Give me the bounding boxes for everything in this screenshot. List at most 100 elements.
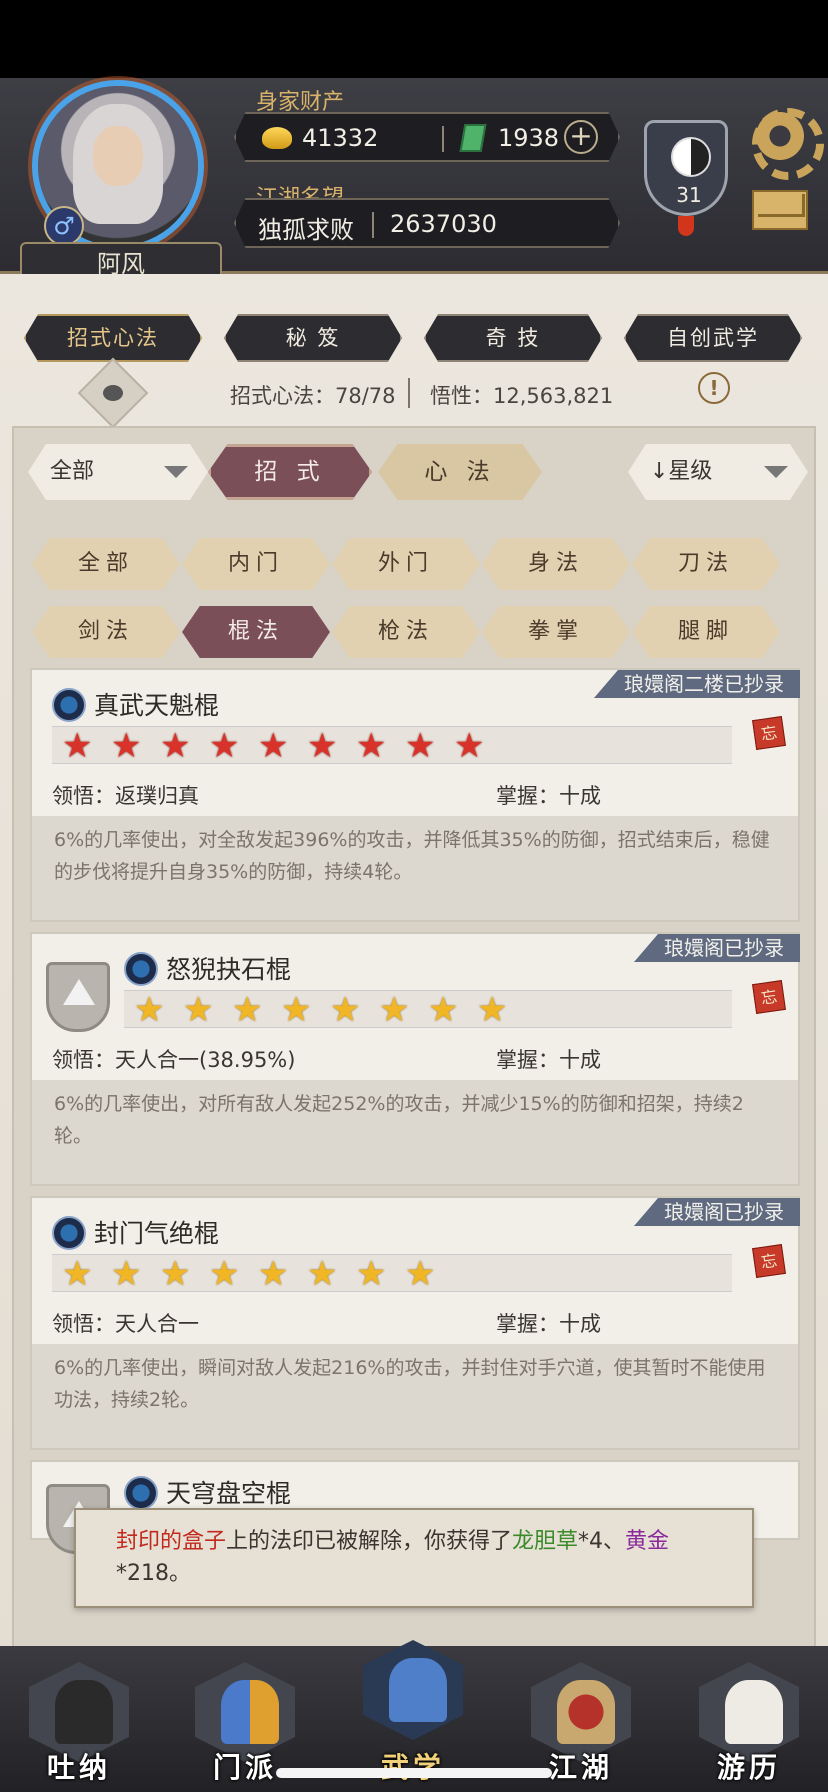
star-icon: ★ (134, 990, 165, 1030)
star-icon: ★ (356, 726, 387, 766)
chevron-down-icon (164, 466, 188, 478)
nav-label: 门派 (212, 1751, 277, 1784)
meditating-figure-icon (55, 1680, 113, 1744)
gender-male-icon: ♂ (44, 206, 84, 246)
star-icon: ★ (160, 1254, 191, 1294)
scope-dropdown-value: 全部 (50, 459, 95, 484)
tab-special-skills[interactable]: 奇 技 (424, 314, 602, 362)
sort-dropdown[interactable]: ↓星级 (628, 444, 808, 500)
tab-custom-martial-arts[interactable]: 自创武学 (624, 314, 802, 362)
toggle-methods[interactable]: 心 法 (378, 444, 542, 500)
mail-envelope-icon[interactable] (752, 190, 808, 230)
tab-moves-methods[interactable]: 招式心法 (24, 314, 202, 362)
star-rating: ★ ★ ★ ★ ★ ★ ★ ★ (52, 1254, 732, 1292)
skill-description: 6%的几率使出，瞬间对敌人发起216%的攻击，并封住对手穴道，使其暂时不能使用功… (32, 1344, 798, 1448)
insight-level: 领悟：天人合一 (52, 1312, 199, 1336)
star-icon: ★ (307, 1254, 338, 1294)
mastery-level: 掌握：十成 (496, 1048, 601, 1072)
toast-item-box: 封印的盒子 (116, 1529, 227, 1554)
category-footwork[interactable]: 身法 (482, 538, 630, 590)
skill-name: 天穹盘空棍 (166, 1479, 292, 1508)
star-icon: ★ (258, 1254, 289, 1294)
star-icon: ★ (330, 990, 361, 1030)
nav-label: 武学 (358, 1746, 468, 1786)
yinyang-icon (671, 137, 711, 177)
add-currency-button[interactable]: + (564, 120, 598, 154)
star-icon: ★ (405, 726, 436, 766)
toast-gold-count: *218。 (116, 1561, 191, 1586)
skill-card[interactable]: 琅嬛阁二楼已抄录 真武天魁棍 ★ ★ ★ ★ ★ ★ ★ ★ ★ 忘 领悟：返璞归真 掌握：十成… (30, 668, 800, 922)
copied-tag: 琅嬛阁二楼已抄录 (594, 670, 800, 698)
nav-breathe[interactable]: 吐纳 (24, 1662, 134, 1784)
player-header: ♂ 阿风 身家财产 41332 1938 + 江湖名望 独孤求败 2637030… (0, 78, 828, 286)
tassel-icon (678, 216, 694, 236)
category-all[interactable]: 全部 (32, 538, 180, 590)
skills-panel: 全部 招 式 心 法 ↓星级 全部 内门 外门 身法 刀法 剑法 棍法 枪法 拳… (12, 426, 816, 1676)
star-icon: ★ (62, 726, 93, 766)
category-leg[interactable]: 腿脚 (632, 606, 780, 658)
star-rating: ★ ★ ★ ★ ★ ★ ★ ★ ★ (52, 726, 732, 764)
star-icon: ★ (379, 990, 410, 1030)
forget-button[interactable]: 忘 (752, 716, 786, 750)
skill-card[interactable]: 琅嬛阁已抄录 封门气绝棍 ★ ★ ★ ★ ★ ★ ★ ★ 忘 领悟：天人合一 掌握：十成 6%… (30, 1196, 800, 1450)
forget-button[interactable]: 忘 (752, 1244, 786, 1278)
skill-description: 6%的几率使出，对全敌发起396%的攻击，并降低其35%的防御，招式结束后，稳健… (32, 816, 798, 920)
insight-value: 悟性：12,563,821 (430, 384, 614, 408)
star-icon: ★ (477, 990, 508, 1030)
category-sword[interactable]: 剑法 (32, 606, 180, 658)
alert-icon[interactable]: ! (698, 372, 730, 404)
rank-shield-icon: 31 (644, 120, 728, 216)
home-indicator (276, 1768, 552, 1778)
filter-row: 全部 招 式 心 法 ↓星级 (28, 444, 808, 504)
category-fist[interactable]: 拳掌 (482, 606, 630, 658)
staff-skill-icon (52, 688, 86, 722)
nav-jianghu[interactable]: 江湖 (526, 1662, 636, 1784)
star-icon: ★ (160, 726, 191, 766)
skill-name: 封门气绝棍 (94, 1219, 220, 1248)
nav-travel[interactable]: 游历 (694, 1662, 804, 1784)
upgrade-arrow-icon[interactable] (46, 962, 110, 1032)
star-icon: ★ (281, 990, 312, 1030)
toast-item-herb: 龙胆草 (512, 1529, 579, 1554)
skill-card[interactable]: 琅嬛阁已抄录 怒猊抉石棍 ★ ★ ★ ★ ★ ★ ★ ★ 忘 领悟：天人合一(38.95%) … (30, 932, 800, 1186)
star-icon: ★ (183, 990, 214, 1030)
tab-secret-manuals[interactable]: 秘 笈 (224, 314, 402, 362)
mastery-level: 掌握：十成 (496, 784, 601, 808)
mastery-level: 掌握：十成 (496, 1312, 601, 1336)
fame-bar: 独孤求败 2637030 (234, 198, 620, 248)
star-icon: ★ (356, 1254, 387, 1294)
rank-emblem[interactable]: 31 (640, 106, 732, 236)
star-icon: ★ (405, 1254, 436, 1294)
insight-level: 领悟：返璞归真 (52, 784, 199, 808)
category-outer[interactable]: 外门 (332, 538, 480, 590)
nav-martial-arts[interactable]: 武学 (358, 1640, 468, 1784)
star-icon: ★ (428, 990, 459, 1030)
forget-button[interactable]: 忘 (752, 980, 786, 1014)
staff-skill-icon (124, 952, 158, 986)
main-content: 招式心法 秘 笈 奇 技 自创武学 招式心法：78/78 悟性：12,563,8… (0, 274, 828, 1676)
eye-icon[interactable] (77, 357, 149, 429)
top-tab-bar: 招式心法 秘 笈 奇 技 自创武学 (24, 314, 814, 364)
category-inner[interactable]: 内门 (182, 538, 330, 590)
star-icon: ★ (232, 990, 263, 1030)
insight-level: 领悟：天人合一(38.95%) (52, 1048, 296, 1072)
toggle-moves[interactable]: 招 式 (208, 444, 372, 500)
star-icon: ★ (209, 1254, 240, 1294)
book-icon (389, 1658, 447, 1722)
nav-sect[interactable]: 门派 (190, 1662, 300, 1784)
nav-label: 吐纳 (46, 1751, 111, 1784)
category-staff[interactable]: 棍法 (182, 606, 330, 658)
scope-dropdown[interactable]: 全部 (28, 444, 208, 500)
category-spear[interactable]: 枪法 (332, 606, 480, 658)
staff-skill-icon (124, 1476, 158, 1510)
horse-icon (725, 1680, 783, 1744)
settings-gear-icon[interactable] (752, 108, 824, 180)
reward-toast: 封印的盒子上的法印已被解除，你获得了龙胆草*4、黄金 *218。 (74, 1508, 754, 1608)
star-icon: ★ (454, 726, 485, 766)
gold-value: 41332 (302, 124, 379, 152)
gold-ingot-icon (262, 127, 292, 149)
avatar-area[interactable]: ♂ (28, 78, 208, 248)
category-blade[interactable]: 刀法 (632, 538, 780, 590)
status-bar (0, 0, 828, 78)
sort-dropdown-value: ↓星级 (650, 459, 713, 484)
